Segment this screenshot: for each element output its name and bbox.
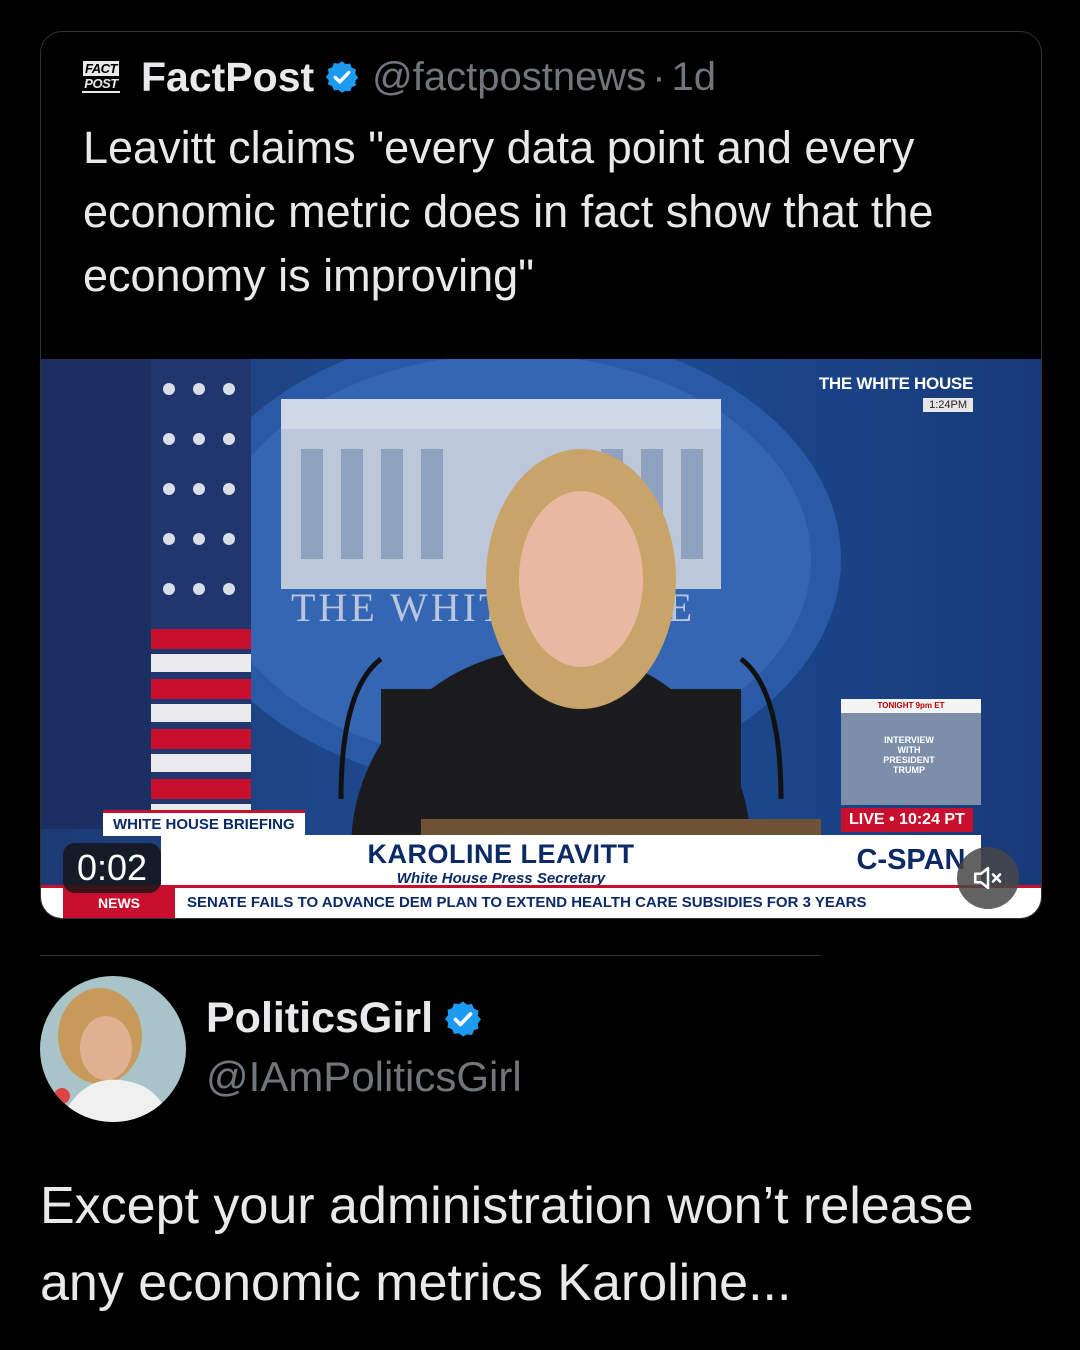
- post-time[interactable]: 1d: [672, 55, 717, 100]
- quoted-author-handle[interactable]: @factpostnews: [372, 55, 646, 100]
- quoted-post-card[interactable]: FACT POST FactPost @factpostnews · 1d Le…: [40, 31, 1042, 919]
- avatar-image: [40, 976, 186, 1122]
- video-timestamp: 0:02: [63, 843, 162, 893]
- quoted-post-text: Leavitt claims "every data point and eve…: [83, 122, 934, 301]
- news-ticker: NEWS SENATE FAILS TO ADVANCE DEM PLAN TO…: [41, 885, 1041, 918]
- ticker-text: SENATE FAILS TO ADVANCE DEM PLAN TO EXTE…: [187, 894, 867, 911]
- factpost-logo-icon: FACT POST: [81, 57, 121, 97]
- speaker-name-bar: KAROLINE LEAVITT White House Press Secre…: [161, 835, 841, 887]
- briefing-label: WHITE HOUSE BRIEFING: [103, 810, 305, 836]
- reply-author-handle[interactable]: @IAmPoliticsGirl: [206, 1053, 522, 1101]
- video-player[interactable]: THE WHITE HOUSE: [41, 359, 1041, 918]
- logo-line-2: POST: [82, 76, 120, 93]
- verified-badge-icon: [325, 61, 359, 93]
- speaker-name: KAROLINE LEAVITT: [367, 839, 635, 869]
- corner-time: 1:24PM: [923, 398, 973, 412]
- separator-dot: ·: [652, 54, 666, 99]
- reply-text: Except your administration won’t release…: [40, 1177, 974, 1312]
- divider: [40, 955, 820, 956]
- mute-button[interactable]: [957, 847, 1019, 909]
- corner-title: THE WHITE HOUSE: [818, 374, 973, 393]
- reply-header: PoliticsGirl: [206, 994, 483, 1043]
- quoted-post-header: FACT POST FactPost @factpostnews · 1d: [81, 49, 716, 105]
- promo-box: TONIGHT 9pm ET INTERVIEW WITH PRESIDENT …: [841, 699, 981, 805]
- logo-line-1: FACT: [83, 61, 119, 76]
- reply-author-name[interactable]: PoliticsGirl: [206, 994, 433, 1043]
- broadcast-corner-bug: THE WHITE HOUSE 1:24PM: [819, 374, 973, 413]
- avatar[interactable]: [40, 976, 186, 1122]
- promo-top: TONIGHT 9pm ET: [841, 699, 981, 713]
- promo-text: INTERVIEW WITH PRESIDENT TRUMP: [883, 735, 935, 775]
- quoted-author-name[interactable]: FactPost: [141, 54, 314, 101]
- mute-icon: [973, 866, 1002, 890]
- verified-badge-icon: [445, 1001, 482, 1036]
- live-label: LIVE • 10:24 PT: [841, 808, 973, 832]
